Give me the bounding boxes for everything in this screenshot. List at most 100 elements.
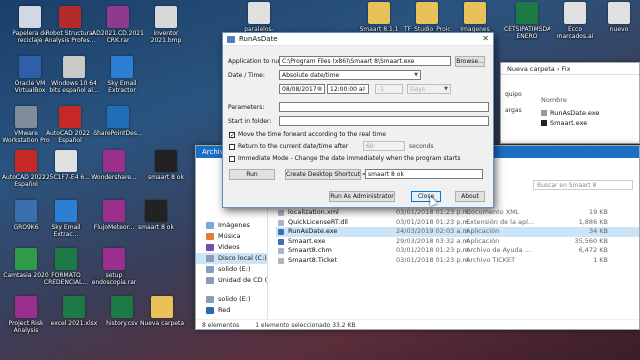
- file-type: Archivo de Ayuda ...: [466, 246, 531, 255]
- nav-label-descargas[interactable]: argas: [505, 107, 522, 114]
- return-to-current-checkbox[interactable]: Return to the current date/time after: [229, 143, 348, 151]
- file-size: 1,886 KB: [578, 217, 608, 226]
- move-time-forward-checkbox[interactable]: ✓ Move the time forward according to the …: [229, 131, 386, 139]
- desktop-icon[interactable]: Windows 10 64 bits español al...: [48, 56, 100, 94]
- nav-item[interactable]: solido (E:): [196, 264, 267, 275]
- file-row[interactable]: RunAsDate.exe 24/03/2019 02:03 a.m. Aplica…: [276, 227, 639, 237]
- nav-item-label: Disco local (C:): [218, 254, 267, 262]
- desktop-icon[interactable]: smaart 8 ok: [140, 150, 192, 188]
- chevron-down-icon: ▼: [444, 86, 448, 92]
- email-icon: [111, 56, 133, 78]
- start-folder-input[interactable]: [279, 116, 489, 126]
- desktop-icon-label: Wondershare...: [91, 174, 137, 181]
- file-icon: [278, 257, 284, 264]
- close-icon[interactable]: ✕: [482, 34, 489, 43]
- file-name: RunAsDate.exe: [288, 227, 338, 236]
- checkbox-box: [229, 156, 235, 162]
- nav-item[interactable]: solido (E:): [196, 294, 267, 305]
- desktop-icon[interactable]: excel 2021.xlsx: [48, 296, 100, 334]
- offset-unit-value: Days: [410, 86, 425, 93]
- seconds-input[interactable]: 60: [363, 141, 405, 151]
- desktop-icon[interactable]: Nueva carpeta: [136, 296, 188, 334]
- app-icon: [145, 200, 167, 222]
- nav-item[interactable]: Red: [196, 305, 267, 316]
- parameters-input[interactable]: [279, 102, 489, 112]
- file-row[interactable]: QuickLicenseRT.dll 03/01/2018 01:23 p.m. E…: [276, 218, 639, 228]
- nav-item[interactable]: Unidad de CD (F: [196, 275, 267, 286]
- immediate-mode-checkbox[interactable]: Immediate Mode - Change the date immedia…: [229, 155, 461, 163]
- checkbox-box: [229, 144, 235, 150]
- application-path-input[interactable]: C:\Program Files (x86)\Smaart 8\Smaart.e…: [279, 56, 451, 66]
- image-icon: [155, 6, 177, 28]
- file-size: 34 KB: [588, 227, 608, 236]
- desktop-icon[interactable]: setup endoscopia.rar: [88, 248, 140, 286]
- date-mode-select[interactable]: Absolute date/time ▼: [279, 70, 421, 80]
- column-header-name[interactable]: Nombre: [541, 96, 567, 104]
- nav-item[interactable]: Disco local (C:): [196, 253, 267, 264]
- desktop-icon[interactable]: nuevo: [596, 2, 640, 40]
- desktop-icon[interactable]: AD2021.CD.2021 CRK.rar: [92, 6, 144, 44]
- sharepoint-icon: [107, 106, 129, 128]
- checkbox-label: Return to the current date/time after: [238, 143, 349, 150]
- shortcut-name-input[interactable]: smaart 8 ok: [365, 169, 483, 179]
- file-row[interactable]: Smaart8.chm 03/01/2018 01:23 p.m. Archivo …: [276, 246, 639, 256]
- run-button[interactable]: Run: [229, 169, 275, 180]
- date-mode-value: Absolute date/time: [282, 72, 340, 79]
- desktop-icon[interactable]: AutoCAD 2022 - Español: [44, 106, 96, 144]
- archive-icon: [107, 6, 129, 28]
- file-item[interactable]: RunAsDate.exe: [541, 109, 599, 117]
- desktop-icon[interactable]: Robot Structural Analysis Profes...: [44, 6, 96, 44]
- file-type: Archivo TICKET: [466, 255, 516, 264]
- desktop-icon[interactable]: smaart 8 ok: [130, 200, 182, 238]
- about-button[interactable]: About: [455, 191, 485, 202]
- desktop-icon[interactable]: Project Risk Analysis: [0, 296, 52, 334]
- archive-icon: [103, 200, 125, 222]
- desktop-icon-label: nuevo: [609, 26, 629, 33]
- start-in-folder-label: Start in folder:: [228, 118, 272, 125]
- desktop-icon-label: Windows 10 64 bits español al...: [49, 80, 99, 94]
- nav-item[interactable]: Imágenes: [196, 220, 267, 231]
- file-type: Documento XML: [466, 208, 520, 216]
- exe-icon: [541, 120, 547, 126]
- nav-item[interactable]: Música: [196, 231, 267, 242]
- desktop-icon[interactable]: 225C1F7-E4 6...: [40, 150, 92, 188]
- explorer-window-fix[interactable]: Nueva carpeta › Fix quipo argas Nombre R…: [500, 62, 640, 144]
- desktop-icon[interactable]: CETSIPATIMSDA ENERO 2019.xlsx: [504, 2, 550, 40]
- desktop-icon[interactable]: FORMATO CREDENCIAL...: [40, 248, 92, 286]
- item-count: 8 elementos: [202, 322, 240, 329]
- desktop-icon-label: AutoCAD 2022 - Español: [45, 130, 95, 144]
- file-row[interactable]: Smaart.exe 29/03/2018 03:32 a.m. Aplicació…: [276, 237, 639, 247]
- checkbox-label: Immediate Mode - Change the date immedia…: [238, 155, 461, 162]
- file-row[interactable]: Smaart8.Ticket 03/01/2018 01:23 p.m. Archi…: [276, 256, 639, 266]
- file-item[interactable]: Smaart.exe: [541, 119, 587, 127]
- desktop-icon[interactable]: SharePointDes...: [92, 106, 144, 144]
- virtualbox-icon: [19, 56, 41, 78]
- offset-input[interactable]: -1: [375, 84, 403, 94]
- desktop-icon[interactable]: Sky Email Extrac...: [40, 200, 92, 238]
- folder-icon: [464, 2, 486, 24]
- desktop-icon-label: SharePointDes...: [93, 130, 143, 137]
- desktop-icon[interactable]: inventor 2021.bmp: [140, 6, 192, 44]
- search-input[interactable]: Buscar en Smaart 8: [533, 180, 633, 190]
- file-row[interactable]: localization.xml 03/01/2018 01:23 p.m. Doc…: [276, 208, 639, 218]
- folder-icon: [151, 296, 173, 318]
- file-name: localization.xml: [288, 208, 339, 216]
- file-date: 03/01/2018 01:23 p.m.: [396, 255, 471, 264]
- file-type: Aplicación: [466, 236, 500, 245]
- breadcrumb[interactable]: Nueva carpeta › Fix: [501, 63, 639, 75]
- file-name: Smaart.exe: [288, 236, 326, 245]
- nav-label-equipo[interactable]: quipo: [505, 91, 522, 98]
- desktop-icon[interactable]: Ecco marcados.ai: [552, 2, 598, 40]
- nav-item[interactable]: Videos: [196, 242, 267, 253]
- run-as-admin-button[interactable]: Run As Administrator: [329, 191, 395, 202]
- time-picker[interactable]: 12:00:00 a. ⇕: [327, 84, 369, 94]
- browse-button[interactable]: Browse...: [455, 56, 485, 67]
- create-shortcut-button[interactable]: Create Desktop Shortcut =>: [285, 169, 372, 180]
- dialog-title: RunAsDate: [239, 35, 278, 43]
- offset-unit-select[interactable]: Days ▼: [407, 84, 451, 94]
- desktop-icon[interactable]: Wondershare...: [88, 150, 140, 188]
- date-picker[interactable]: 08/08/2017 ▦: [279, 84, 325, 94]
- dialog-titlebar[interactable]: RunAsDate ✕: [223, 33, 493, 46]
- file-icon: [278, 229, 284, 236]
- desktop-icon[interactable]: Sky Email Extractor: [96, 56, 148, 94]
